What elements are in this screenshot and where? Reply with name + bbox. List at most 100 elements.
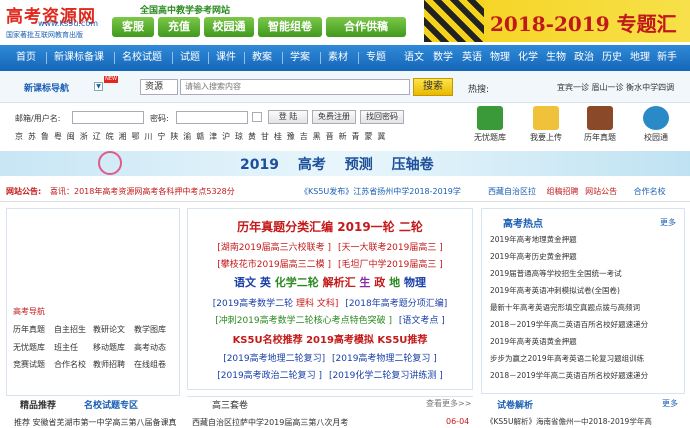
notice-link-recruit[interactable]: 组稿招聘 — [547, 187, 579, 196]
center-headline[interactable]: 历年真题分类汇编 2019一轮 二轮 — [187, 218, 473, 235]
center-subject-link[interactable]: 地 — [389, 276, 400, 289]
center-subject-link[interactable]: 政 — [374, 276, 385, 289]
nav-subject-history[interactable]: 历史 — [602, 45, 622, 71]
upload-shortcut[interactable]: 我要上传 — [524, 106, 568, 144]
center-subject-link[interactable]: 解析汇 — [323, 276, 356, 289]
nav-tests[interactable]: 试题 — [180, 45, 200, 71]
search-input[interactable]: 请输入搜索内容 — [180, 79, 410, 95]
center-subject-link[interactable]: 生 — [359, 276, 370, 289]
center-link[interactable]: [毛坦厂中学2019届高三 ] — [338, 260, 443, 270]
center-line-7[interactable]: KS5U名校推荐 2019高考模拟 KS5U推荐 — [187, 331, 473, 346]
center-link[interactable]: [语文考点 ] — [399, 316, 445, 326]
center-subject-link[interactable]: 语文 — [234, 276, 256, 289]
remember-checkbox[interactable] — [252, 112, 262, 122]
left-link[interactable]: 自主招生 — [54, 324, 86, 335]
nav-subject-chemistry[interactable]: 化学 — [518, 45, 538, 71]
chevron-down-icon[interactable]: ▼ — [94, 82, 103, 91]
center-link[interactable]: [湖南2019届高三六校联考 ] — [217, 243, 331, 253]
nav-materials[interactable]: 素材 — [328, 45, 348, 71]
center-subject-link[interactable]: 英 — [260, 276, 271, 289]
senior3-papers-more-link[interactable]: 查看更多>> — [426, 398, 471, 409]
password-input[interactable] — [176, 111, 248, 124]
paper-analysis-more-link[interactable]: 更多 — [662, 398, 678, 409]
nav-home[interactable]: 首页 — [16, 45, 36, 71]
left-link[interactable]: 教师招聘 — [93, 359, 125, 370]
tab-featured[interactable]: 精品推荐 — [20, 398, 56, 412]
nav-subject-english[interactable]: 英语 — [462, 45, 482, 71]
hot-topic-item[interactable]: 2019届普通高等学校招生全国统一考试 — [490, 268, 622, 279]
nav-subject-chinese[interactable]: 语文 — [404, 45, 424, 71]
register-button[interactable]: 免费注册 — [312, 110, 356, 124]
hot-topic-item[interactable]: 步步为赢之2019年高考英语二轮复习题组训练 — [490, 353, 644, 364]
center-link[interactable]: [2019化学二轮复习讲练测 ] — [329, 371, 443, 381]
left-link[interactable]: 班主任 — [54, 342, 78, 353]
campus-shortcut[interactable]: 校园通 — [634, 106, 678, 144]
nav-study-plans[interactable]: 学案 — [290, 45, 310, 71]
paper-analysis-item[interactable]: 《KS5U解析》海南省儋州一中2018-2019学年高 — [486, 416, 652, 427]
nav-famous-tests[interactable]: 名校试题 — [122, 45, 162, 71]
center-link[interactable]: 文科] — [317, 299, 339, 309]
contribute-button[interactable]: 合作供稿 — [326, 17, 406, 37]
nav-subject-biology[interactable]: 生物 — [546, 45, 566, 71]
center-link[interactable]: [2019高考物理二轮复习 ] — [332, 354, 437, 364]
left-link[interactable]: 历年真题 — [13, 324, 45, 335]
center-link[interactable]: [2018年高考题分项汇编] — [345, 299, 447, 309]
hot-topic-item[interactable]: 2019年高考英语黄金押题 — [490, 336, 577, 347]
nav-courseware[interactable]: 课件 — [216, 45, 236, 71]
username-input[interactable] — [72, 111, 144, 124]
center-link[interactable]: [2019高考数学二轮 — [213, 299, 293, 309]
left-link[interactable]: 教研论文 — [93, 324, 125, 335]
featured-item[interactable]: 推荐 安徽省芜湖市第一中学高三第八届备课真 — [14, 417, 177, 428]
center-link[interactable]: [攀枝花市2019届高三二模 ] — [217, 260, 331, 270]
nav-subject-politics[interactable]: 政治 — [574, 45, 594, 71]
notice-scroll-text[interactable]: 《KS5U发布》江苏省扬州中学2018-2019学 — [300, 186, 461, 197]
nav-subject-geography[interactable]: 地理 — [630, 45, 650, 71]
nav-subject-math[interactable]: 数学 — [433, 45, 453, 71]
customer-service-button[interactable]: 客服 — [112, 17, 154, 37]
search-type-select[interactable]: 资源 — [140, 79, 178, 95]
left-link[interactable]: 高考动态 — [134, 342, 166, 353]
curriculum-nav-label[interactable]: 新课标导航 — [24, 81, 69, 94]
hot-topic-item[interactable]: 2019年高考地理黄金押题 — [490, 234, 577, 245]
hot-topic-item[interactable]: 2019年高考英语冲刺模拟试卷(全国卷) — [490, 285, 620, 296]
nav-subject-physics[interactable]: 物理 — [490, 45, 510, 71]
top-banner[interactable]: 2018-2019 专题汇总 — [424, 0, 690, 42]
notice-link-partners[interactable]: 合作名校 — [634, 187, 666, 196]
notice-link-announcement[interactable]: 网站公告 — [585, 187, 617, 196]
province-links[interactable]: 京 苏 鲁 粤 闽 浙 辽 皖 湘 鄂 川 宁 陕 渝 赣 津 沪 琼 黄 甘 … — [15, 131, 387, 142]
center-link[interactable]: 理科 — [296, 299, 314, 309]
nav-newbie[interactable]: 新手 — [657, 45, 677, 71]
smart-exam-button[interactable]: 智能组卷 — [258, 17, 322, 37]
hot-search-links[interactable]: 宜宾一诊 眉山一诊 衡水中学四调 — [557, 82, 674, 93]
tab-famous-school-tests[interactable]: 名校试题专区 — [84, 398, 138, 412]
hot-topics-more-link[interactable]: 更多 — [660, 217, 676, 228]
campus-button[interactable]: 校园通 — [204, 17, 254, 37]
center-link[interactable]: [2019高考地理二轮复习] — [223, 354, 325, 364]
left-link[interactable]: 教学图库 — [134, 324, 166, 335]
notice-text[interactable]: 喜讯：2018年高考资源网高考各科押中考点5328分 — [50, 186, 235, 197]
login-button[interactable]: 登 陆 — [268, 110, 308, 124]
hot-topic-item[interactable]: 最新十年高考英语完形填空真题点拨与高频词 — [490, 302, 640, 313]
notice-link-tibet[interactable]: 西藏自治区拉 — [488, 187, 536, 196]
hot-topic-item[interactable]: 2018－2019学年高二英语百所名校好题速递分 — [490, 370, 648, 381]
left-link[interactable]: 合作名校 — [54, 359, 86, 370]
past-exams-shortcut[interactable]: 历年真题 — [578, 106, 622, 144]
recharge-button[interactable]: 充值 — [158, 17, 200, 37]
nav-lesson-plans[interactable]: 教案 — [252, 45, 272, 71]
nav-topics[interactable]: 专题 — [366, 45, 386, 71]
left-link[interactable]: 竞赛试题 — [13, 359, 45, 370]
center-link[interactable]: [天一大联考2019届高三 ] — [338, 243, 443, 253]
center-subject-link[interactable]: 物理 — [404, 276, 426, 289]
question-bank-shortcut[interactable]: 无忧题库 — [468, 106, 512, 144]
paper-list-item[interactable]: 西藏自治区拉萨中学2019届高三第八次月考 — [192, 417, 348, 428]
left-link[interactable]: 无忧题库 — [13, 342, 45, 353]
center-link[interactable]: [2019高考政治二轮复习 ] — [217, 371, 322, 381]
hot-topic-item[interactable]: 2018－2019学年高二英语百所名校好题速递分 — [490, 319, 648, 330]
nav-new-curriculum[interactable]: 新课标备课 — [54, 45, 104, 71]
retrieve-password-button[interactable]: 找回密码 — [360, 110, 404, 124]
left-link[interactable]: 在线组卷 — [134, 359, 166, 370]
hot-topic-item[interactable]: 2019年高考历史黄金押题 — [490, 251, 577, 262]
left-link[interactable]: 移动题库 — [93, 342, 125, 353]
center-subject-link[interactable]: 化学二轮 — [275, 276, 319, 289]
center-link[interactable]: [冲刺2019高考数学二轮核心考点特色突破 ] — [215, 316, 392, 326]
